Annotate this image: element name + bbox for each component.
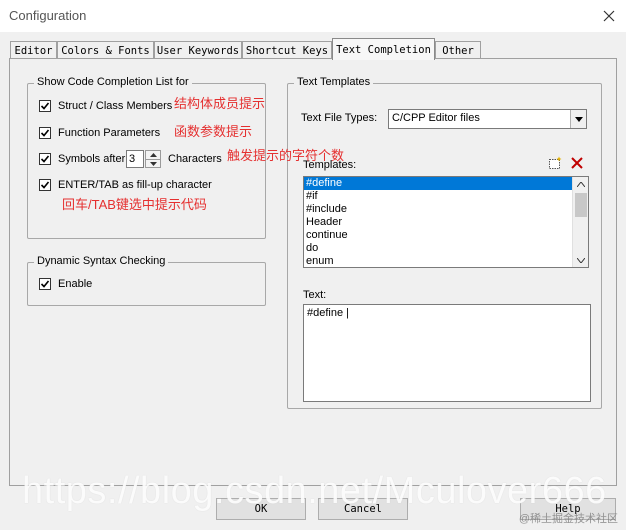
templates-scrollbar[interactable] — [572, 177, 588, 267]
function-params-label: Function Parameters — [58, 127, 161, 139]
enter-tab-label: ENTER/TAB as fill-up character — [58, 179, 212, 191]
new-item-icon — [549, 156, 562, 169]
templates-list-items: #define #if #include Header continue do enum — [304, 177, 588, 267]
checkbox-box — [39, 127, 51, 139]
check-icon — [40, 155, 50, 163]
check-icon — [40, 280, 50, 288]
completion-group-title: Show Code Completion List for — [34, 76, 192, 88]
symbols-after-checkbox[interactable]: Symbols after — [39, 153, 125, 165]
annotation-func: 函数参数提示 — [174, 124, 253, 139]
scroll-down-icon[interactable] — [573, 253, 588, 267]
text-label: Text: — [303, 289, 327, 301]
checkbox-box — [39, 278, 51, 290]
title-bar: Configuration — [0, 0, 626, 32]
close-icon — [603, 10, 615, 22]
check-icon — [40, 181, 50, 189]
check-icon — [40, 102, 50, 110]
struct-members-label: Struct / Class Members — [58, 100, 173, 112]
tab-user-keywords[interactable]: User Keywords — [154, 41, 242, 59]
function-params-checkbox[interactable]: Function Parameters — [39, 127, 160, 139]
enter-tab-checkbox[interactable]: ENTER/TAB as fill-up character — [39, 179, 212, 191]
symbols-characters-label: Characters — [168, 153, 222, 165]
syntax-enable-label: Enable — [58, 278, 93, 290]
ok-button[interactable]: OK — [216, 498, 306, 520]
symbols-count-spinner[interactable] — [145, 150, 161, 168]
list-item[interactable]: #if — [304, 190, 588, 203]
delete-icon — [571, 157, 583, 169]
spin-down-icon[interactable] — [146, 159, 160, 167]
cancel-button[interactable]: Cancel — [318, 498, 408, 520]
dialog-body: Editor Colors & Fonts User Keywords Shor… — [0, 32, 626, 530]
annotation-enter: 回车/TAB键选中提示代码 — [62, 197, 207, 212]
list-item[interactable]: do — [304, 242, 588, 255]
symbols-count-input[interactable]: 3 — [126, 150, 144, 168]
list-item[interactable]: enum — [304, 255, 588, 267]
delete-template-button[interactable] — [568, 154, 586, 172]
text-completion-page: Show Code Completion List for Struct / C… — [9, 58, 617, 486]
checkbox-box — [39, 153, 51, 165]
close-button[interactable] — [596, 4, 622, 28]
annotation-symbols: 触发提示的字符个数 — [227, 148, 345, 163]
tab-editor[interactable]: Editor — [10, 41, 57, 59]
syntax-group: Dynamic Syntax Checking Enable — [27, 255, 266, 306]
file-types-select[interactable]: C/CPP Editor files — [388, 109, 587, 129]
check-icon — [40, 129, 50, 137]
templates-list[interactable]: #define #if #include Header continue do enum — [303, 176, 589, 268]
new-template-button[interactable] — [546, 154, 564, 172]
tab-colors-fonts[interactable]: Colors & Fonts — [57, 41, 154, 59]
tab-shortcut-keys[interactable]: Shortcut Keys — [242, 41, 332, 59]
watermark-corner: @稀土掘金技术社区 — [518, 513, 618, 525]
chevron-down-icon — [570, 110, 586, 128]
templates-group: Text Templates Text File Types: C/CPP Ed… — [287, 76, 602, 409]
list-item[interactable]: #include — [304, 203, 588, 216]
template-text-area[interactable]: #define | — [303, 304, 591, 402]
templates-group-title: Text Templates — [294, 76, 374, 88]
tab-text-completion[interactable]: Text Completion — [332, 38, 435, 60]
list-item[interactable]: continue — [304, 229, 588, 242]
annotation-struct: 结构体成员提示 — [174, 96, 266, 111]
list-item[interactable]: #define — [304, 177, 588, 190]
list-item[interactable]: Header — [304, 216, 588, 229]
struct-members-checkbox[interactable]: Struct / Class Members — [39, 100, 172, 112]
checkbox-box — [39, 100, 51, 112]
tab-other[interactable]: Other — [435, 41, 481, 59]
scroll-thumb[interactable] — [575, 193, 587, 217]
window-title: Configuration — [9, 8, 87, 23]
symbols-after-label: Symbols after — [58, 153, 126, 165]
syntax-group-title: Dynamic Syntax Checking — [34, 255, 169, 267]
syntax-enable-checkbox[interactable]: Enable — [39, 278, 92, 290]
scroll-up-icon[interactable] — [573, 177, 588, 191]
file-types-label: Text File Types: — [301, 112, 378, 124]
file-types-value: C/CPP Editor files — [392, 112, 480, 124]
checkbox-box — [39, 179, 51, 191]
spin-up-icon[interactable] — [146, 151, 160, 159]
